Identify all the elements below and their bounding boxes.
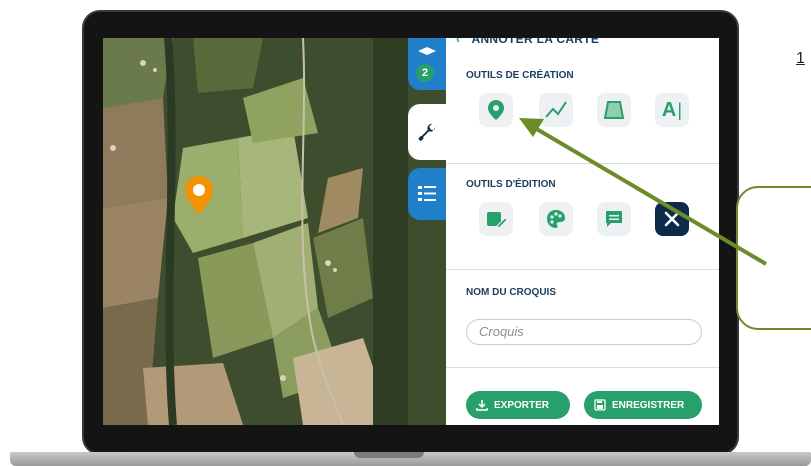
pointer-arrow [519, 118, 768, 266]
